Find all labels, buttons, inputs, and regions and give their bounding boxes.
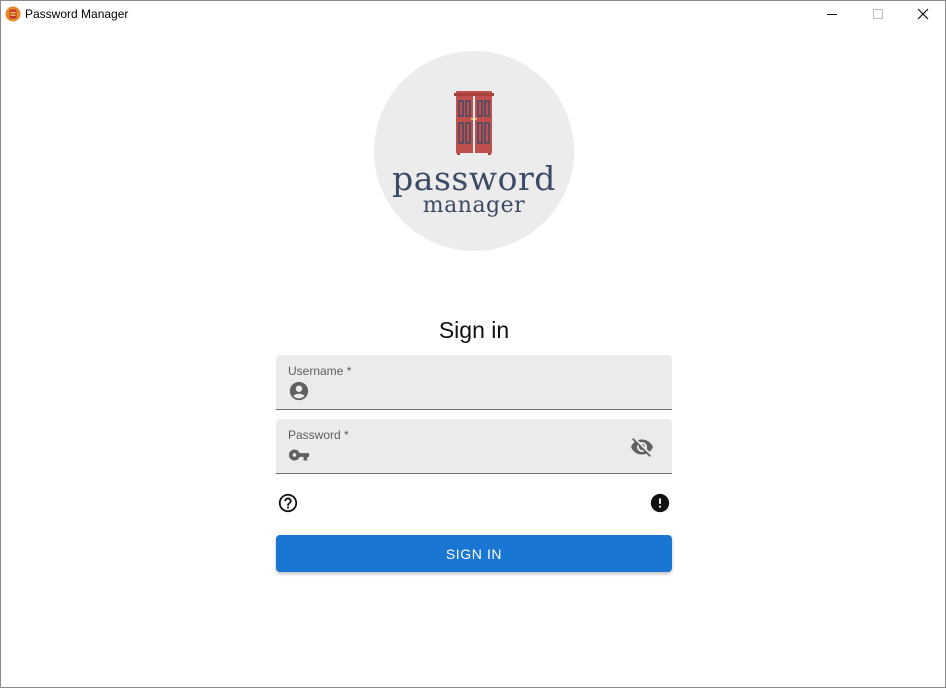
sign-in-button[interactable]: SIGN IN (276, 535, 672, 572)
door-icon (454, 91, 494, 155)
app-logo-icon (5, 6, 21, 22)
password-field[interactable]: Password * (276, 419, 672, 474)
window-title: Password Manager (25, 7, 129, 21)
username-input[interactable] (316, 381, 616, 403)
password-input[interactable] (316, 445, 616, 467)
title-bar[interactable]: Password Manager (1, 1, 945, 27)
username-label: Username * (288, 364, 352, 378)
help-circle-icon[interactable] (277, 492, 299, 514)
maximize-icon (873, 9, 883, 19)
maximize-button[interactable] (855, 1, 901, 27)
alert-circle-icon[interactable] (649, 492, 671, 514)
visibility-off-icon[interactable] (630, 435, 654, 459)
minimize-icon (827, 14, 837, 15)
logo-text-manager: manager (422, 193, 526, 218)
app-window: Password Manager password manager Sign i… (0, 0, 946, 688)
username-field[interactable]: Username * (276, 355, 672, 410)
password-label: Password * (288, 428, 349, 442)
close-button[interactable] (900, 1, 946, 27)
page-title: Sign in (438, 317, 510, 343)
account-circle-icon (289, 381, 309, 401)
minimize-button[interactable] (809, 1, 855, 27)
key-icon (288, 449, 310, 461)
close-icon (917, 8, 929, 20)
app-logo: password manager (374, 51, 574, 251)
